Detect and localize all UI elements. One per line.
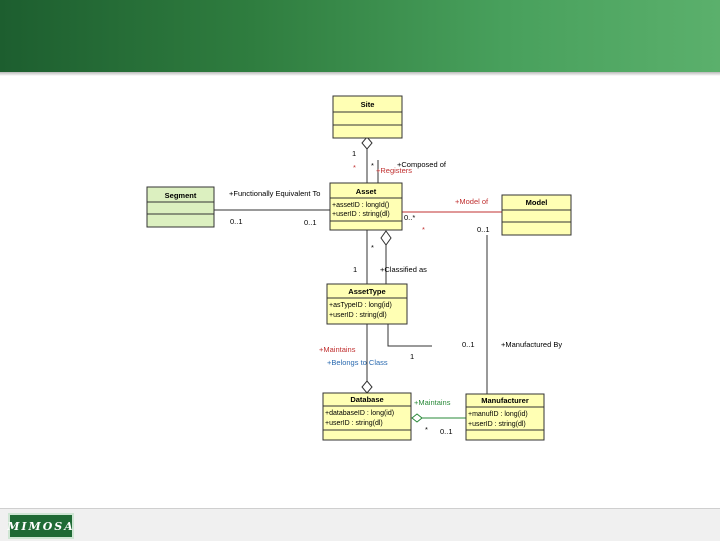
classified-star: * — [371, 243, 374, 252]
model-multiplicity: 0..1 — [477, 225, 490, 234]
asset-aggregation-diamond — [380, 230, 392, 246]
maintains-diamond — [411, 413, 423, 423]
manufacturer-attr-1: +userID : string(dl) — [468, 421, 526, 428]
database-manufacturer-multiplicity: 0..1 — [440, 427, 453, 436]
classified-as-label: +Classified as — [380, 265, 427, 274]
belongs-to-class-label: +Belongs to Class — [327, 358, 388, 367]
manufacturer-class-name: Manufacturer — [481, 396, 529, 405]
asset-attr-0: +assetID : longId() — [332, 202, 389, 209]
star-multiplicity-a: * — [353, 163, 356, 172]
mimosa-logo: MIMOSA — [7, 513, 74, 539]
assettype-class-name: AssetType — [348, 287, 385, 296]
manufactured-by-label: +Manufactured By — [501, 340, 562, 349]
site-class-name: Site — [361, 100, 375, 109]
star-multiplicity-b: * — [371, 161, 374, 170]
uml-class-diagram: Site Segment Asset +assetID : longId() +… — [146, 95, 572, 441]
asset-attr-1: +userID : string(dl) — [332, 211, 390, 218]
asset-model-multiplicity: 0..* — [404, 213, 415, 222]
class-manufacturer[interactable]: Manufacturer +manufID : long(id) +userID… — [465, 393, 545, 441]
database-composition-diamond — [361, 380, 373, 394]
maintains-green-label: +Maintains — [414, 398, 451, 407]
class-site[interactable]: Site — [332, 95, 403, 139]
asset-segment-multiplicity: 0..1 — [304, 218, 317, 227]
manufacturer-multiplicity: 0..1 — [462, 340, 475, 349]
composed-of-label: +Composed of — [397, 160, 447, 169]
database-attr-1: +userID : string(dl) — [325, 420, 383, 427]
assettype-manufacturer-line — [387, 324, 432, 347]
functionally-equivalent-label: +Functionally Equivalent To — [229, 189, 320, 198]
manufacturer-attr-0: +manufID : long(id) — [468, 411, 528, 418]
segment-multiplicity: 0..1 — [230, 217, 243, 226]
assettype-attr-1: +userID : string(dl) — [329, 312, 387, 319]
site-multiplicity: 1 — [352, 149, 356, 158]
site-composition-diamond — [361, 136, 373, 150]
class-asset[interactable]: Asset +assetID : longId() +userID : stri… — [329, 182, 403, 231]
assettype-attr-0: +asTypeID : long(id) — [329, 302, 392, 309]
database-attr-0: +databaseID : long(id) — [325, 410, 394, 417]
asset-class-name: Asset — [356, 187, 377, 196]
model-of-label: +Model of — [455, 197, 489, 206]
maintains-red-label: +Maintains — [319, 345, 356, 354]
database-star: * — [425, 425, 428, 434]
assettype-manufacturer-multiplicity: 1 — [410, 352, 414, 361]
asset-model-star: * — [422, 225, 425, 234]
class-segment[interactable]: Segment — [146, 186, 215, 228]
class-model[interactable]: Model — [501, 194, 572, 236]
class-database[interactable]: Database +databaseID : long(id) +userID … — [322, 392, 412, 441]
database-class-name: Database — [350, 395, 383, 404]
footer-bar: MIMOSA — [0, 508, 720, 541]
classified-multiplicity: 1 — [353, 265, 357, 274]
class-assettype[interactable]: AssetType +asTypeID : long(id) +userID :… — [326, 283, 408, 325]
model-class-name: Model — [526, 198, 548, 207]
segment-class-name: Segment — [165, 191, 197, 200]
